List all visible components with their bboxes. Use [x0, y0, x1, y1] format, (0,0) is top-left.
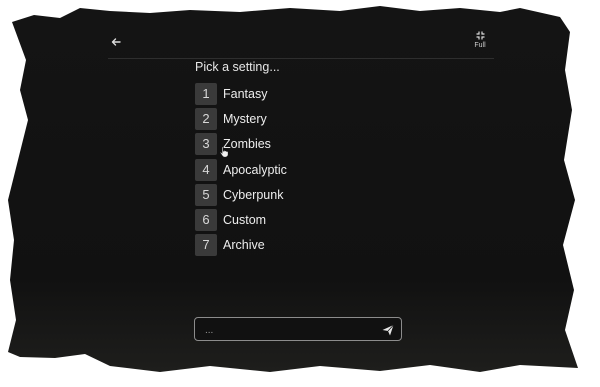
app: Full Pick a setting... 1 Fantasy 2 Myste…	[0, 0, 600, 387]
option-custom[interactable]: 6 Custom	[195, 208, 287, 231]
option-fantasy[interactable]: 1 Fantasy	[195, 83, 287, 105]
option-label: Cyberpunk	[223, 187, 284, 202]
option-label: Custom	[223, 212, 267, 227]
top-bar: Full	[108, 26, 494, 59]
message-composer	[194, 317, 402, 341]
hand-cursor-icon	[219, 146, 229, 158]
fullscreen-icon	[476, 31, 484, 40]
option-apocalyptic[interactable]: 4 Apocalyptic	[195, 158, 287, 181]
option-archive[interactable]: 7 Archive	[195, 234, 287, 257]
arrow-left-icon	[111, 38, 121, 46]
option-label: Archive	[223, 238, 265, 253]
option-cyberpunk[interactable]: 5 Cyberpunk	[195, 183, 287, 206]
fullscreen-label: Full	[474, 42, 486, 49]
option-number: 6	[195, 208, 217, 231]
prompt-text: Pick a setting...	[195, 60, 280, 74]
option-mystery[interactable]: 2 Mystery	[195, 108, 287, 131]
option-zombies[interactable]: 3 Zombies	[195, 133, 287, 156]
option-number: 2	[195, 108, 217, 131]
option-label: Zombies	[223, 137, 271, 152]
option-label: Mystery	[223, 112, 267, 127]
option-number: 3	[195, 133, 217, 156]
options-list: 1 Fantasy 2 Mystery 3 Zombies 4 Apocalyp…	[195, 83, 287, 259]
send-icon	[382, 324, 394, 336]
option-number: 7	[195, 234, 217, 257]
message-input[interactable]	[203, 321, 377, 339]
fullscreen-button[interactable]: Full	[468, 31, 492, 55]
send-button[interactable]	[381, 323, 395, 337]
option-number: 4	[195, 158, 217, 181]
option-label: Apocalyptic	[223, 162, 287, 177]
option-number: 5	[195, 183, 217, 206]
back-button[interactable]	[111, 34, 127, 50]
option-number: 1	[195, 83, 217, 105]
option-label: Fantasy	[223, 87, 268, 101]
